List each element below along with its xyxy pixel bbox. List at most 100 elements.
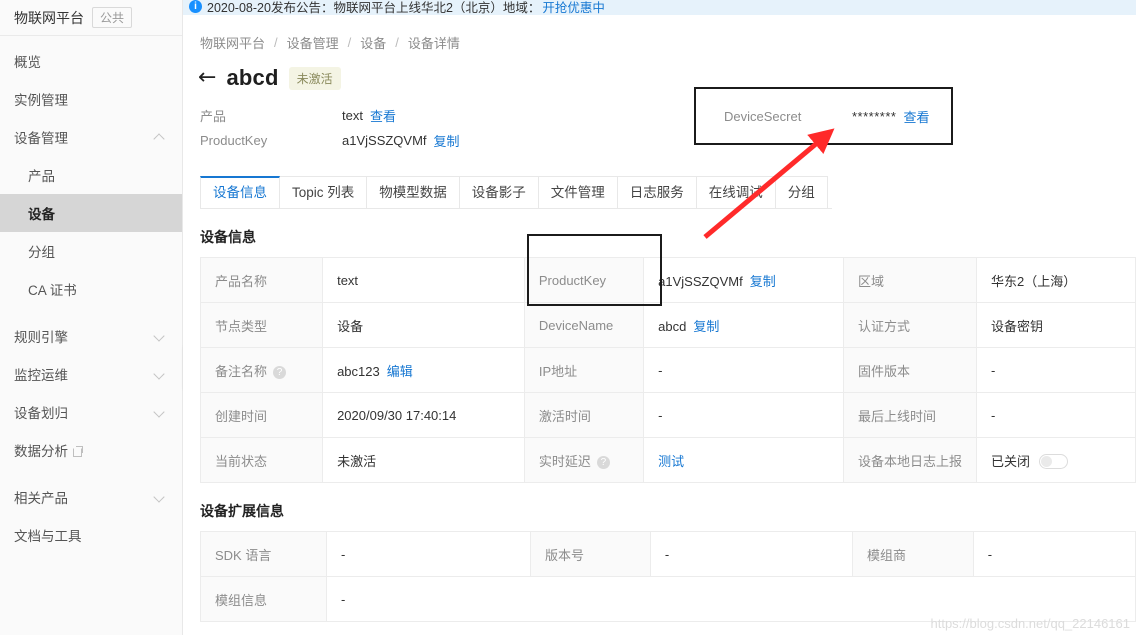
cell-value-create-time: 2020/09/30 17:40:14	[323, 393, 525, 438]
cell-value-local-log-report: 已关闭	[977, 438, 1136, 483]
cell-value-remark-name: abc123 编辑	[323, 348, 525, 393]
cell-key-last-online-time: 最后上线时间	[844, 393, 977, 438]
breadcrumb-separator: /	[348, 35, 352, 50]
devicesecret-highlight-box: DeviceSecret ******** 查看	[694, 87, 953, 145]
table-row: 备注名称? abc123编辑 IP地址 - 固件版本 -	[201, 348, 1136, 393]
cell-key-remark-name: 备注名称?	[201, 348, 323, 393]
meta-value-devicesecret: ********	[852, 109, 896, 124]
tab-file-management[interactable]: 文件管理	[539, 176, 618, 208]
table-row: 产品名称 text ProductKey a1VjSSZQVMf复制 区域 华东…	[201, 258, 1136, 303]
breadcrumb-item-3: 设备详情	[408, 33, 460, 52]
announcement-banner: i 2020-08-20发布公告：物联网平台上线华北2（北京）地域： 开抢优惠中	[183, 0, 1136, 15]
sidebar-item-label: 设备划归	[14, 402, 154, 422]
cell-key-activation-time: 激活时间	[524, 393, 643, 438]
meta-label-product: 产品	[200, 106, 342, 125]
sidebar-product-name: 物联网平台	[14, 8, 84, 28]
cell-key-ip-address: IP地址	[524, 348, 643, 393]
tab-device-info[interactable]: 设备信息	[200, 176, 280, 208]
devicename-value-text: abcd	[658, 319, 686, 334]
cell-key-module-info: 模组信息	[201, 577, 327, 622]
tab-topic-list[interactable]: Topic 列表	[280, 176, 367, 208]
sidebar-item-devices[interactable]: 设备	[0, 194, 182, 232]
cell-key-devicename: DeviceName	[524, 303, 643, 348]
cell-key-sdk-language: SDK 语言	[201, 532, 327, 577]
cell-value-ip-address: -	[644, 348, 844, 393]
external-link-icon	[73, 446, 83, 456]
cell-value-firmware-version: -	[977, 348, 1136, 393]
breadcrumb: 物联网平台 / 设备管理 / 设备 / 设备详情	[183, 15, 1136, 52]
view-devicesecret-link[interactable]: 查看	[903, 107, 929, 126]
tab-online-debug[interactable]: 在线调试	[697, 176, 776, 208]
sidebar-item-label: 产品	[28, 165, 166, 185]
cell-key-node-type: 节点类型	[201, 303, 323, 348]
section-title-device-ext-info: 设备扩展信息	[200, 501, 1136, 521]
sidebar-item-label: 文档与工具	[14, 525, 166, 545]
remark-name-label: 备注名称	[215, 364, 267, 379]
tab-thing-model-data[interactable]: 物模型数据	[367, 176, 460, 208]
sidebar-item-data-analysis[interactable]: 数据分析	[0, 431, 182, 469]
sidebar-item-products[interactable]: 产品	[0, 156, 182, 194]
sidebar-group-monitoring-ops[interactable]: 监控运维	[0, 355, 182, 393]
cell-value-node-type: 设备	[323, 303, 525, 348]
breadcrumb-item-0[interactable]: 物联网平台	[200, 33, 265, 52]
latency-test-link[interactable]: 测试	[658, 454, 684, 469]
announcement-link[interactable]: 开抢优惠中	[542, 0, 605, 15]
watermark: https://blog.csdn.net/qq_22146161	[931, 616, 1131, 631]
remark-name-value: abc123	[337, 364, 380, 379]
sidebar-item-instance-management[interactable]: 实例管理	[0, 80, 182, 118]
cell-value-version-number: -	[650, 532, 852, 577]
back-arrow-icon[interactable]: ←	[198, 67, 216, 89]
page-title: abcd	[226, 65, 278, 91]
device-ext-info-table: SDK 语言 - 版本号 - 模组商 - 模组信息 -	[200, 531, 1136, 622]
chevron-up-icon	[154, 131, 166, 143]
device-info-table: 产品名称 text ProductKey a1VjSSZQVMf复制 区域 华东…	[200, 257, 1136, 483]
table-row: 模组信息 -	[201, 577, 1136, 622]
sidebar-group-device-assignment[interactable]: 设备划归	[0, 393, 182, 431]
tab-device-shadow[interactable]: 设备影子	[460, 176, 539, 208]
view-product-link[interactable]: 查看	[370, 106, 396, 125]
sidebar-item-docs-and-tools[interactable]: 文档与工具	[0, 516, 182, 554]
sidebar-item-overview[interactable]: 概览	[0, 42, 182, 80]
sidebar-item-label: 分组	[28, 241, 166, 261]
cell-key-module-vendor: 模组商	[853, 532, 974, 577]
meta-label-productkey: ProductKey	[200, 133, 342, 148]
edit-remark-link[interactable]: 编辑	[387, 364, 413, 379]
chevron-down-icon	[154, 368, 166, 380]
sidebar-group-related-products[interactable]: 相关产品	[0, 478, 182, 516]
tab-groups[interactable]: 分组	[776, 176, 828, 208]
cell-value-current-status: 未激活	[323, 438, 525, 483]
sidebar-item-ca-certificate[interactable]: CA 证书	[0, 270, 182, 308]
sidebar-item-label: 设备	[28, 203, 166, 223]
help-icon[interactable]: ?	[597, 456, 610, 469]
sidebar-group-rule-engine[interactable]: 规则引擎	[0, 317, 182, 355]
copy-productkey-cell-link[interactable]: 复制	[750, 274, 776, 289]
copy-productkey-link[interactable]: 复制	[434, 131, 460, 150]
sidebar-group-device-management[interactable]: 设备管理	[0, 118, 182, 156]
cell-key-current-status: 当前状态	[201, 438, 323, 483]
sidebar-divider-gap	[0, 308, 182, 317]
help-icon[interactable]: ?	[273, 366, 286, 379]
cell-key-product-name: 产品名称	[201, 258, 323, 303]
breadcrumb-item-2[interactable]: 设备	[360, 33, 386, 52]
announcement-text: 2020-08-20发布公告：物联网平台上线华北2（北京）地域：	[207, 0, 540, 15]
sidebar-item-label: 概览	[14, 51, 166, 71]
sidebar-item-label: 相关产品	[14, 487, 154, 507]
copy-devicename-link[interactable]: 复制	[693, 319, 719, 334]
sidebar-item-groups[interactable]: 分组	[0, 232, 182, 270]
breadcrumb-item-1[interactable]: 设备管理	[287, 33, 339, 52]
info-icon: i	[189, 0, 202, 13]
local-log-toggle[interactable]	[1039, 454, 1068, 469]
page-header: ← abcd 未激活	[183, 52, 1136, 91]
local-log-state-text: 已关闭	[991, 454, 1030, 469]
chevron-down-icon	[154, 491, 166, 503]
tab-log-service[interactable]: 日志服务	[618, 176, 697, 208]
meta-row-productkey: ProductKey a1VjSSZQVMf 复制	[200, 128, 1136, 153]
breadcrumb-separator: /	[274, 35, 278, 50]
cell-value-auth-method: 设备密钥	[977, 303, 1136, 348]
cell-key-productkey: ProductKey	[524, 258, 643, 303]
meta-label-devicesecret: DeviceSecret	[724, 109, 852, 124]
sidebar-header: 物联网平台 公共	[0, 0, 182, 36]
sidebar-item-text: 数据分析	[14, 444, 68, 459]
cell-value-module-info: -	[326, 577, 1135, 622]
cell-key-local-log-report: 设备本地日志上报	[844, 438, 977, 483]
